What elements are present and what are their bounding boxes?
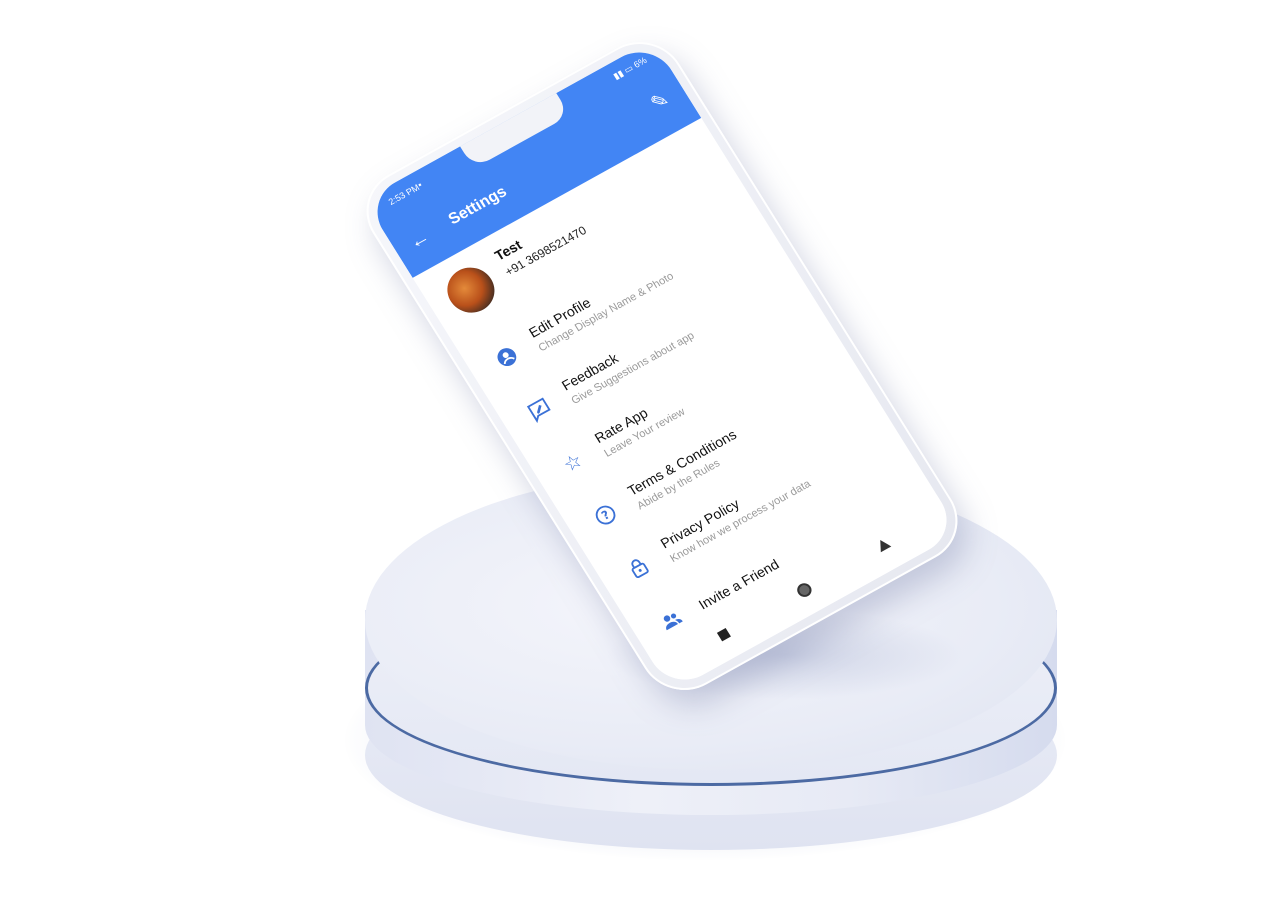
avatar[interactable] xyxy=(438,259,504,321)
status-battery: ▮▮ ▭ 6% xyxy=(611,55,649,82)
help-circle-icon: ? xyxy=(589,500,623,532)
feedback-icon xyxy=(523,395,557,427)
lock-icon xyxy=(622,553,656,585)
nav-back-icon[interactable] xyxy=(874,537,892,553)
back-arrow-icon[interactable]: ← xyxy=(405,226,434,254)
status-time: 2:53 PM xyxy=(386,182,422,208)
people-icon xyxy=(655,605,689,637)
page-title: Settings xyxy=(445,183,510,229)
recents-icon[interactable] xyxy=(716,628,731,642)
home-icon[interactable] xyxy=(794,580,815,600)
account-circle-icon xyxy=(491,342,525,374)
pencil-icon[interactable]: ✎ xyxy=(647,88,673,115)
star-outline-icon: ☆ xyxy=(559,449,587,477)
svg-text:?: ? xyxy=(599,507,613,522)
